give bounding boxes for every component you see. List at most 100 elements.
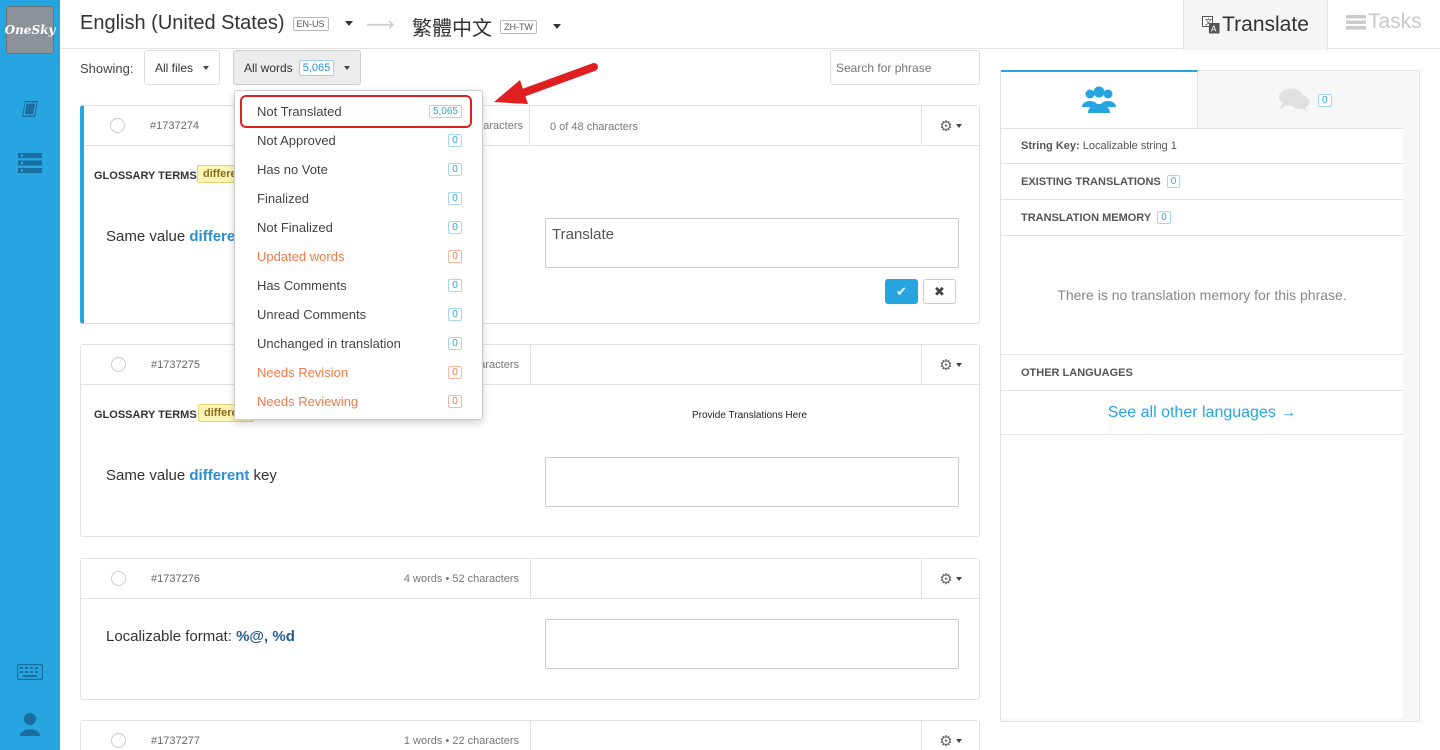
phrase-card-header: #1737275 characters ⚙: [81, 345, 979, 385]
book-icon[interactable]: [17, 97, 43, 121]
chevron-down-icon: [955, 363, 962, 367]
tab-comments[interactable]: 0: [1278, 87, 1332, 113]
chevron-down-icon: [203, 65, 210, 70]
menu-item-label: Has Comments: [257, 278, 347, 293]
header-divider: [529, 106, 530, 146]
source-text-plain: Same value: [106, 467, 190, 484]
source-language-name: English (United States): [80, 12, 285, 34]
phrase-id: #1737276: [151, 573, 200, 585]
target-language-code: ZH-TW: [500, 19, 537, 34]
phrase-select-radio[interactable]: [111, 357, 126, 372]
source-text-highlight: different: [189, 467, 250, 484]
target-language-selector[interactable]: 繁體中文 ZH-TW: [412, 12, 561, 41]
menu-item-unread-comments[interactable]: Unread Comments 0: [235, 300, 482, 329]
menu-item-not-finalized[interactable]: Not Finalized 0: [235, 213, 482, 242]
phrase-word-count: 4 words • 52 characters: [403, 573, 519, 585]
search-input[interactable]: [830, 50, 980, 85]
save-translation-button[interactable]: ✔: [885, 279, 918, 304]
arrow-right-icon: ⟶: [366, 14, 395, 36]
existing-translations-count: 0: [1166, 175, 1181, 188]
check-icon: ✔: [896, 283, 907, 299]
phrase-word-count: 1 words • 22 characters: [403, 735, 519, 747]
menu-item-count: 0: [448, 163, 462, 176]
menu-item-needs-reviewing[interactable]: Needs Reviewing 0: [235, 387, 482, 416]
menu-item-needs-revision[interactable]: Needs Revision 0: [235, 358, 482, 387]
phrase-card: #1737274 characters 0 of 48 characters ⚙…: [80, 105, 980, 324]
menu-item-count: 5,065: [428, 105, 462, 118]
string-key-label: String Key:: [1021, 140, 1080, 152]
menu-item-label: Updated words: [257, 249, 345, 264]
menu-item-count: 0: [448, 308, 462, 321]
source-language-selector[interactable]: English (United States) EN-US: [80, 12, 353, 35]
menu-item-label: Needs Revision: [257, 365, 349, 380]
showing-label: Showing:: [80, 61, 134, 76]
translation-memory-label: TRANSLATION MEMORY: [1021, 211, 1152, 224]
menu-item-label: Needs Reviewing: [257, 394, 359, 409]
translation-input[interactable]: Translate: [545, 218, 959, 268]
menu-item-has-comments[interactable]: Has Comments 0: [235, 271, 482, 300]
existing-translations-row[interactable]: EXISTING TRANSLATIONS 0: [1001, 164, 1403, 200]
phrase-select-radio[interactable]: [111, 571, 126, 586]
menu-item-has-no-vote[interactable]: Has no Vote 0: [235, 155, 482, 184]
all-files-label: All files: [155, 60, 194, 75]
gear-icon: ⚙: [939, 571, 953, 588]
menu-item-count: 0: [448, 250, 462, 263]
gear-menu-button[interactable]: ⚙: [921, 345, 979, 385]
chevron-down-icon: [344, 21, 353, 26]
chevron-down-icon: [344, 65, 351, 70]
menu-item-not-translated[interactable]: Not Translated 5,065: [235, 97, 482, 126]
menu-item-label: Has no Vote: [257, 162, 328, 177]
menu-item-count: 0: [448, 134, 462, 147]
gear-menu-button[interactable]: ⚙: [921, 721, 979, 750]
all-words-dropdown[interactable]: All words 5,065: [233, 50, 362, 85]
phrase-select-radio[interactable]: [111, 733, 126, 748]
word-filter-menu: Not Translated 5,065 Not Approved 0 Has no…: [234, 90, 483, 420]
string-key-row: String Key: Localizable string 1: [1001, 129, 1403, 164]
phrase-select-radio[interactable]: [110, 118, 125, 133]
translation-memory-row[interactable]: TRANSLATION MEMORY 0: [1001, 200, 1403, 236]
translation-input[interactable]: [545, 457, 959, 507]
cancel-translation-button[interactable]: ✖: [923, 279, 956, 304]
all-files-dropdown[interactable]: All files: [144, 50, 221, 85]
translate-icon: 文A: [1202, 16, 1220, 34]
string-key-value: Localizable string 1: [1082, 140, 1177, 152]
phrase-card: #1737275 characters ⚙ GLOSSARY TERMS dif…: [80, 344, 980, 537]
see-all-languages-link[interactable]: See all other languages →: [1108, 404, 1297, 422]
tab-translate[interactable]: 文A Translate: [1183, 0, 1328, 50]
details-panel: 0 String Key: Localizable string 1 EXIST…: [1000, 70, 1420, 722]
phrase-id: #1737277: [151, 735, 200, 747]
user-icon[interactable]: [17, 712, 43, 736]
svg-text:A: A: [1211, 25, 1217, 34]
gear-menu-button[interactable]: ⚙: [921, 559, 979, 599]
source-text-plain-end: key: [249, 467, 277, 484]
words-count-badge: 5,065: [298, 59, 335, 76]
keyboard-icon[interactable]: [17, 660, 43, 684]
menu-item-count: 0: [448, 395, 462, 408]
translation-input[interactable]: [545, 619, 959, 669]
menu-item-unchanged-in-translation[interactable]: Unchanged in translation 0: [235, 329, 482, 358]
comments-count-badge: 0: [1318, 93, 1332, 107]
tab-collaborators[interactable]: [1001, 70, 1198, 128]
target-language-name: 繁體中文: [412, 18, 492, 40]
menu-item-not-approved[interactable]: Not Approved 0: [235, 126, 482, 155]
phrase-card-header: #1737276 4 words • 52 characters ⚙: [81, 559, 979, 599]
menu-item-finalized[interactable]: Finalized 0: [235, 184, 482, 213]
chevron-down-icon: [955, 739, 962, 743]
phrase-card-header: #1737277 1 words • 22 characters ⚙: [81, 721, 979, 750]
gear-icon: ⚙: [939, 118, 953, 135]
users-icon: [1082, 86, 1116, 113]
menu-item-label: Unchanged in translation: [257, 336, 401, 351]
logo-text: OneSky: [4, 23, 56, 37]
menu-item-updated-words[interactable]: Updated words 0: [235, 242, 482, 271]
gear-menu-button[interactable]: ⚙: [921, 106, 979, 146]
menu-item-count: 0: [448, 279, 462, 292]
phrase-card-header: #1737274 characters 0 of 48 characters ⚙: [84, 106, 979, 146]
left-nav: OneSky: [0, 0, 60, 750]
comments-icon: [1279, 88, 1310, 112]
list-icon[interactable]: [17, 151, 43, 175]
onesky-logo[interactable]: OneSky: [4, 6, 56, 54]
header-divider: [530, 721, 531, 750]
tab-tasks[interactable]: Tasks: [1346, 10, 1422, 34]
header-divider: [530, 559, 531, 599]
phrase-card: #1737277 1 words • 22 characters ⚙: [80, 720, 980, 750]
